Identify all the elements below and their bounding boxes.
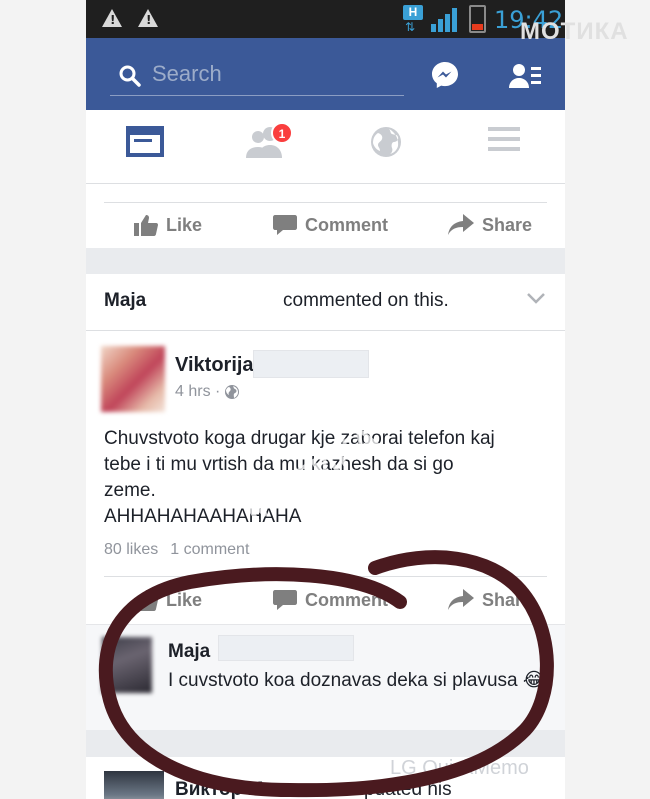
comment-icon — [273, 215, 297, 235]
story-card: Maja commented on this. Viktorija 4 hrs … — [86, 274, 565, 730]
avatar[interactable] — [102, 637, 152, 693]
quickmemo-watermark: LG QuickMemo — [390, 757, 529, 779]
story-actor-name[interactable]: Maja — [104, 290, 146, 312]
chevron-down-icon[interactable] — [526, 290, 546, 306]
battery-icon — [469, 5, 486, 33]
watermark-top: МОТИКА — [520, 18, 629, 45]
comment-icon — [273, 590, 297, 610]
like-label: Like — [166, 214, 203, 235]
comment-button[interactable]: Comment — [273, 214, 388, 236]
share-button[interactable]: Share — [448, 214, 532, 236]
friends-list-icon[interactable] — [509, 62, 541, 90]
story-action-text: commented on this. — [283, 290, 449, 311]
phone-screen: ! ! H ⇅ 19:42 Search 1 Like Comment Shar… — [86, 0, 565, 799]
search-icon — [119, 65, 141, 87]
tab-notifications[interactable] — [368, 124, 412, 168]
warning-icon: ! — [102, 9, 122, 27]
post-time[interactable]: 4 hrs · — [175, 383, 220, 401]
next-story-header: Виктор Митковски updated his — [175, 779, 452, 799]
next-story-action: updated his — [353, 779, 452, 799]
comment-author-name[interactable]: Maja — [168, 641, 210, 663]
redacted-surname — [218, 635, 354, 661]
divider — [104, 202, 547, 203]
post-text-line: AHHAHAHAAHAHAHA — [104, 506, 302, 527]
messenger-icon[interactable] — [430, 60, 460, 90]
friend-requests-badge: 1 — [271, 122, 293, 144]
comment-item: Maja I cuvstvoto koa doznavas deka si pl… — [86, 624, 565, 730]
post-author-name[interactable]: Viktorija — [175, 354, 254, 377]
like-button[interactable]: Like — [134, 589, 202, 611]
data-transfer-icon: ⇅ — [405, 20, 416, 34]
menu-icon — [488, 127, 520, 151]
public-globe-icon — [225, 385, 240, 399]
search-box[interactable] — [110, 58, 404, 96]
status-bar: ! ! H ⇅ 19:42 — [86, 0, 565, 38]
avatar[interactable] — [104, 771, 164, 799]
reaction-counts: 80 likes 1 comment — [104, 541, 249, 559]
divider — [104, 576, 547, 577]
next-story-author[interactable]: Виктор Митковски — [175, 779, 348, 799]
story-header: Maja commented on this. — [86, 274, 565, 331]
share-label: Share — [482, 589, 533, 610]
top-app-bar — [86, 38, 565, 110]
warning-icon: ! — [138, 9, 158, 27]
previous-story-actions: Like Comment Share — [86, 184, 565, 248]
comment-label: Comment — [305, 589, 389, 610]
like-icon — [134, 590, 158, 611]
comment-text: I cuvstvoto koa doznavas deka si plavusa… — [168, 670, 546, 691]
share-icon — [448, 589, 474, 610]
comment-label: Comment — [305, 214, 389, 235]
tab-more[interactable] — [486, 124, 530, 168]
news-feed-icon — [126, 126, 164, 157]
like-icon — [134, 215, 158, 236]
globe-icon — [371, 127, 401, 157]
comments-count[interactable]: 1 comment — [170, 541, 249, 558]
signal-strength-icon — [431, 8, 459, 32]
share-label: Share — [482, 214, 533, 235]
redacted-surname — [253, 350, 369, 378]
share-button[interactable]: Share — [448, 589, 532, 611]
post-meta: 4 hrs · — [175, 383, 240, 401]
main-tab-bar: 1 — [86, 110, 565, 184]
like-label: Like — [166, 589, 203, 610]
share-icon — [448, 214, 474, 235]
search-input[interactable] — [152, 59, 392, 89]
comment-button[interactable]: Comment — [273, 589, 388, 611]
avatar[interactable] — [101, 346, 165, 412]
tab-news-feed[interactable] — [126, 124, 170, 168]
likes-count[interactable]: 80 likes — [104, 541, 158, 558]
network-type-badge: H — [403, 5, 423, 20]
like-button[interactable]: Like — [134, 214, 202, 236]
